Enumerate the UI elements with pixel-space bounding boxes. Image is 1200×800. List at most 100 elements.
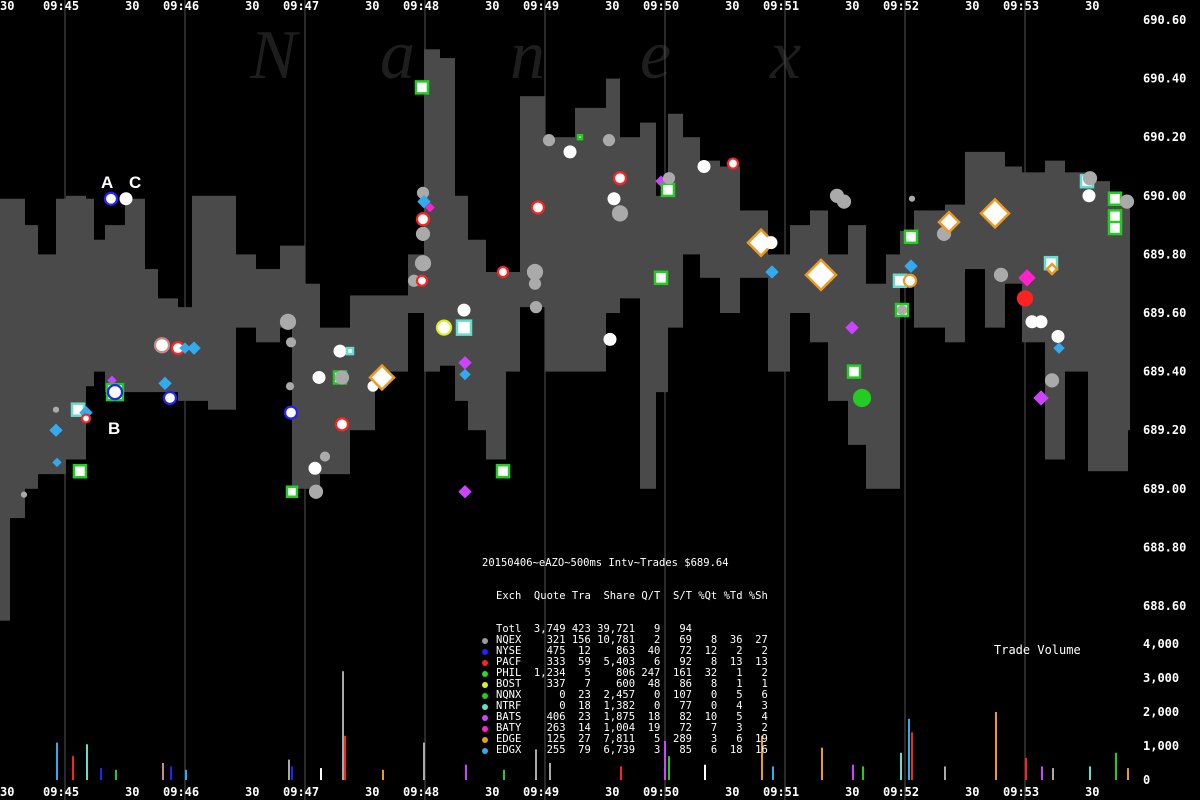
exchange-color-dot [482,736,488,743]
nbbo-segment [94,239,105,372]
stats-table: 20150406~eAZO~500ms Intv~Trades $689.64 … [482,536,768,767]
x-tick-top: 30 [0,0,14,13]
chart-title: 20150406~eAZO~500ms Intv~Trades $689.64 [482,557,729,569]
volume-bar [900,752,902,780]
trade-marker [333,344,347,358]
price-tick: 688.80 [1143,540,1186,554]
x-tick-top: 30 [125,0,139,13]
trade-marker [576,133,584,141]
price-tick: 690.40 [1143,72,1186,86]
x-tick-bottom: 30 [0,785,14,799]
nbbo-segment [105,225,125,393]
trade-marker [1082,171,1098,186]
stats-row: EDGX 255 79 6,739 3 85 6 18 16 [482,745,768,756]
nbbo-segment [866,283,886,489]
trade-marker [612,171,628,186]
price-tick: 689.40 [1143,365,1186,379]
nbbo-segment [350,295,375,431]
x-tick-top: 09:49 [523,0,559,13]
nbbo-segment [683,137,700,255]
volume-bar [342,671,344,780]
x-tick-top: 09:53 [1003,0,1039,13]
exchange-color-dot [482,659,488,666]
volume-bar [185,769,187,780]
trade-marker [1051,329,1065,343]
nbbo-segment [790,225,810,313]
trade-marker [660,182,676,198]
volume-bar [908,718,910,780]
stats-header-text: Exch Quote Tra Share Q/T S/T %Qt %Td %Sh [496,590,768,602]
x-tick-top: 30 [1085,0,1099,13]
exchange-color-dot [482,714,488,721]
exchange-color-dot [482,747,488,754]
exchange-color-dot [482,681,488,688]
x-ticks-bottom: 30 09:45 30 09:46 30 09:47 30 09:48 30 09:49 30 09:… [0,785,1099,799]
trade-marker [852,388,872,408]
x-tick-bottom: 30 [365,785,379,799]
x-tick-top: 09:52 [883,0,919,13]
volume-bar [1025,757,1027,780]
price-tick: 689.00 [1143,482,1186,496]
trade-marker [20,491,28,498]
annotation-b: B [108,419,120,438]
trade-marker [415,212,431,227]
nbbo-band [0,49,1130,621]
volume-tick: 4,000 [1143,637,1179,651]
nbbo-segment [256,269,280,343]
volume-bar [115,769,117,780]
volume-bar [344,735,346,780]
trade-marker [52,406,60,413]
price-tick: 689.80 [1143,247,1186,261]
nbbo-segment [1088,181,1110,472]
trade-marker [1044,373,1060,388]
volume-bar [170,766,172,780]
nbbo-segment [656,195,668,393]
volume-tick: 0 [1143,773,1150,787]
nbbo-segment [506,271,520,372]
price-axis: 690.60 690.40 690.20 690.00 689.80 689.60 689.… [1143,13,1186,613]
nbbo-segment [10,198,25,519]
volume-bar [465,764,467,780]
volume-bar [1089,766,1091,780]
volume-bar [620,766,622,780]
x-ticks-top: 30 09:45 30 09:46 30 09:47 30 09:48 30 09:49 30 09:… [0,0,1099,13]
volume-bar [862,766,864,780]
stats-rows: Totl 3,749 423 39,721 9 94 NQEX 321 156 … [482,624,768,756]
x-tick-top: 30 [605,0,619,13]
x-tick-bottom: 30 [845,785,859,799]
x-tick-top: 09:48 [403,0,439,13]
trade-marker [896,304,908,316]
x-tick-top: 09:46 [163,0,199,13]
nbbo-segment [545,137,575,372]
volume-bar [944,766,946,780]
trade-marker [1016,290,1034,307]
nbbo-segment [640,122,656,489]
volume-bar [995,712,997,780]
trade-marker [529,301,543,314]
volume-bar [821,747,823,780]
trade-marker [1082,189,1096,203]
nbbo-segment [236,254,256,328]
exchange-color-dot [482,725,488,732]
trade-marker [603,332,617,346]
x-tick-bottom: 30 [245,785,259,799]
trade-marker [279,313,297,330]
volume-bar [100,768,102,780]
trade-marker [902,273,918,288]
nbbo-segment [720,166,740,313]
volume-bar [772,766,774,780]
price-tick: 689.60 [1143,306,1186,320]
trade-marker [764,236,778,250]
x-tick-top: 09:47 [283,0,319,13]
annotation-a: A [101,173,113,192]
trade-marker [457,303,471,317]
trade-marker [415,274,429,287]
watermark-letter: e [640,17,671,94]
nbbo-segment [1065,172,1088,372]
nbbo-segment [985,151,1005,328]
x-tick-bottom: 09:47 [283,785,319,799]
exchange-color-dot [482,703,488,710]
trade-marker [1119,194,1135,209]
watermark-letter: n [510,17,545,94]
watermark: Nanex [249,17,801,94]
